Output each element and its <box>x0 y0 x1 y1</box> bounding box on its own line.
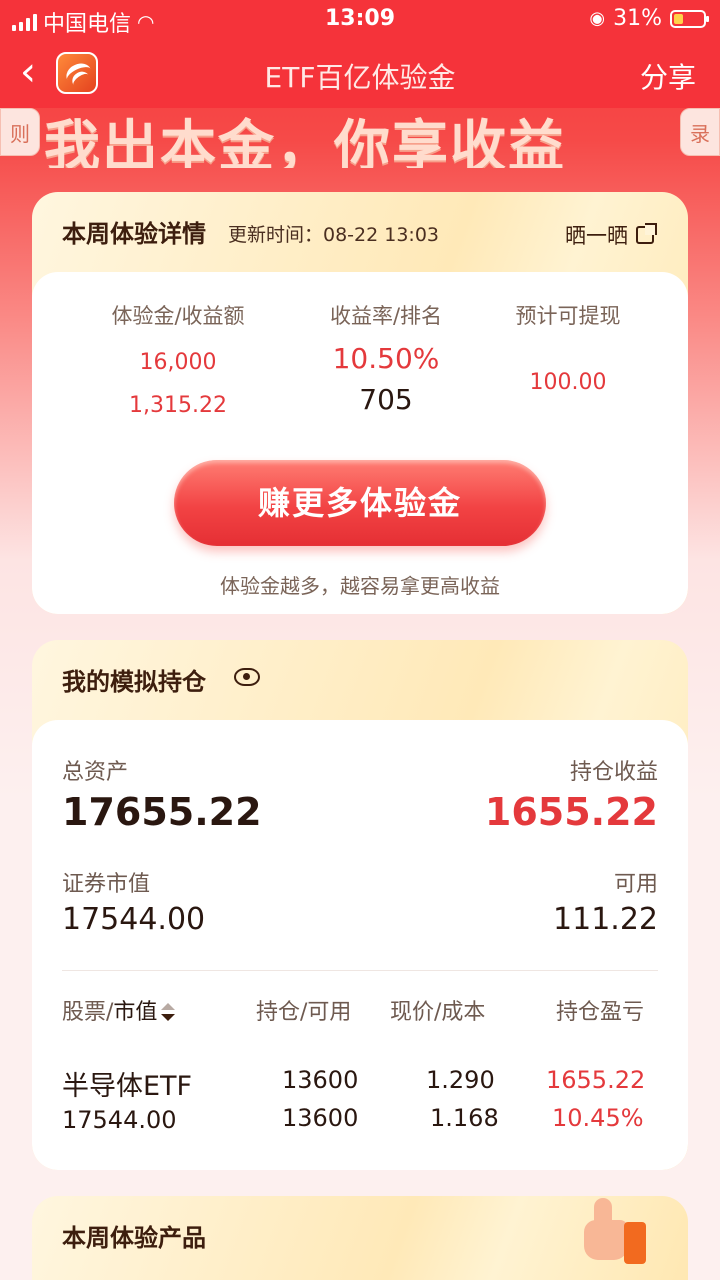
income-amount: 1,315.22 <box>129 393 227 418</box>
stat-column-withdraw: 预计可提现 100.00 <box>458 300 678 395</box>
earn-tip: 体验金越多，越容易拿更高收益 <box>220 574 500 598</box>
weekly-detail-card: 本周体验详情 更新时间：08-22 13:03 晒一晒 体验金/收益额 16,0… <box>32 192 688 614</box>
nav-bar: ‹ ETF百亿体验金 分享 <box>0 36 720 108</box>
current-price: 1.290 <box>426 1066 495 1094</box>
share-button[interactable]: 分享 <box>640 56 696 96</box>
battery-area: ◉ 31% <box>589 6 709 31</box>
card-title: 本周体验详情 <box>62 214 206 253</box>
external-link-icon <box>636 223 657 244</box>
card-title: 本周体验产品 <box>62 1218 206 1257</box>
positions-body: 总资产 17655.22 持仓收益 1655.22 证券市值 17544.00 … <box>32 720 688 1170</box>
stat-column-amount: 体验金/收益额 16,000 1,315.22 <box>68 300 288 418</box>
profit-value: 1655.22 <box>484 790 658 834</box>
battery-percent: 31% <box>613 6 662 31</box>
hold-qty: 13600 <box>282 1066 359 1094</box>
stat-label: 预计可提现 <box>515 304 621 328</box>
divider <box>62 970 658 971</box>
total-assets-value: 17655.22 <box>62 790 262 834</box>
available-label: 可用 <box>613 872 658 897</box>
stock-value: 17544.00 <box>62 1106 177 1134</box>
products-card: 本周体验产品 <box>32 1196 688 1280</box>
status-bar: 中国电信 ◠ 13:09 ◉ 31% <box>0 0 720 37</box>
eye-icon[interactable] <box>234 668 260 686</box>
battery-icon <box>670 9 709 28</box>
column-header-hold: 持仓/可用 <box>256 1000 352 1025</box>
weekly-detail-body: 体验金/收益额 16,000 1,315.22 收益率/排名 10.50% 70… <box>32 272 688 614</box>
profit-label: 持仓收益 <box>569 760 658 785</box>
rules-tab[interactable]: 则 <box>0 108 40 156</box>
banner-slogan: 我出本金，你享收益 <box>44 115 566 168</box>
avail-qty: 13600 <box>282 1104 359 1132</box>
market-value: 17544.00 <box>62 902 206 937</box>
total-assets-label: 总资产 <box>62 760 129 785</box>
sort-icon <box>161 1003 176 1023</box>
column-header-pnl: 持仓盈亏 <box>556 1000 645 1025</box>
update-time: 更新时间：08-22 13:03 <box>228 224 440 246</box>
thumbs-up-icon <box>584 1198 648 1268</box>
show-off-label: 晒一晒 <box>565 224 628 248</box>
column-header-stock[interactable]: 股票/市值 <box>62 994 176 1026</box>
card-header: 本周体验详情 更新时间：08-22 13:03 晒一晒 <box>32 192 688 272</box>
promo-banner: 我出本金，你享收益 <box>0 108 720 168</box>
cost-price: 1.168 <box>430 1104 499 1132</box>
pnl-percent: 10.45% <box>552 1104 644 1132</box>
withdrawable-amount: 100.00 <box>529 370 607 395</box>
stat-label: 体验金/收益额 <box>111 304 245 328</box>
rotation-lock-icon: ◉ <box>589 8 606 29</box>
market-value-label: 证券市值 <box>62 872 151 897</box>
stock-sort-label: 市值 <box>113 1000 158 1025</box>
card-header: 本周体验产品 <box>32 1196 688 1276</box>
column-header-price: 现价/成本 <box>390 1000 486 1025</box>
stock-name: 半导体ETF <box>62 1071 193 1102</box>
earn-more-button[interactable]: 赚更多体验金 <box>174 460 546 546</box>
available-value: 111.22 <box>553 902 658 937</box>
page-title: ETF百亿体验金 <box>264 61 456 94</box>
card-header: 我的模拟持仓 <box>32 640 688 720</box>
pnl-amount: 1655.22 <box>546 1066 646 1094</box>
stock-header-label: 股票/ <box>62 1000 114 1025</box>
card-title: 我的模拟持仓 <box>62 662 206 701</box>
records-tab[interactable]: 录 <box>680 108 720 156</box>
trial-amount: 16,000 <box>139 350 217 375</box>
positions-card: 我的模拟持仓 总资产 17655.22 持仓收益 1655.22 证券市值 17… <box>32 640 688 1170</box>
show-off-button[interactable]: 晒一晒 <box>565 220 657 250</box>
